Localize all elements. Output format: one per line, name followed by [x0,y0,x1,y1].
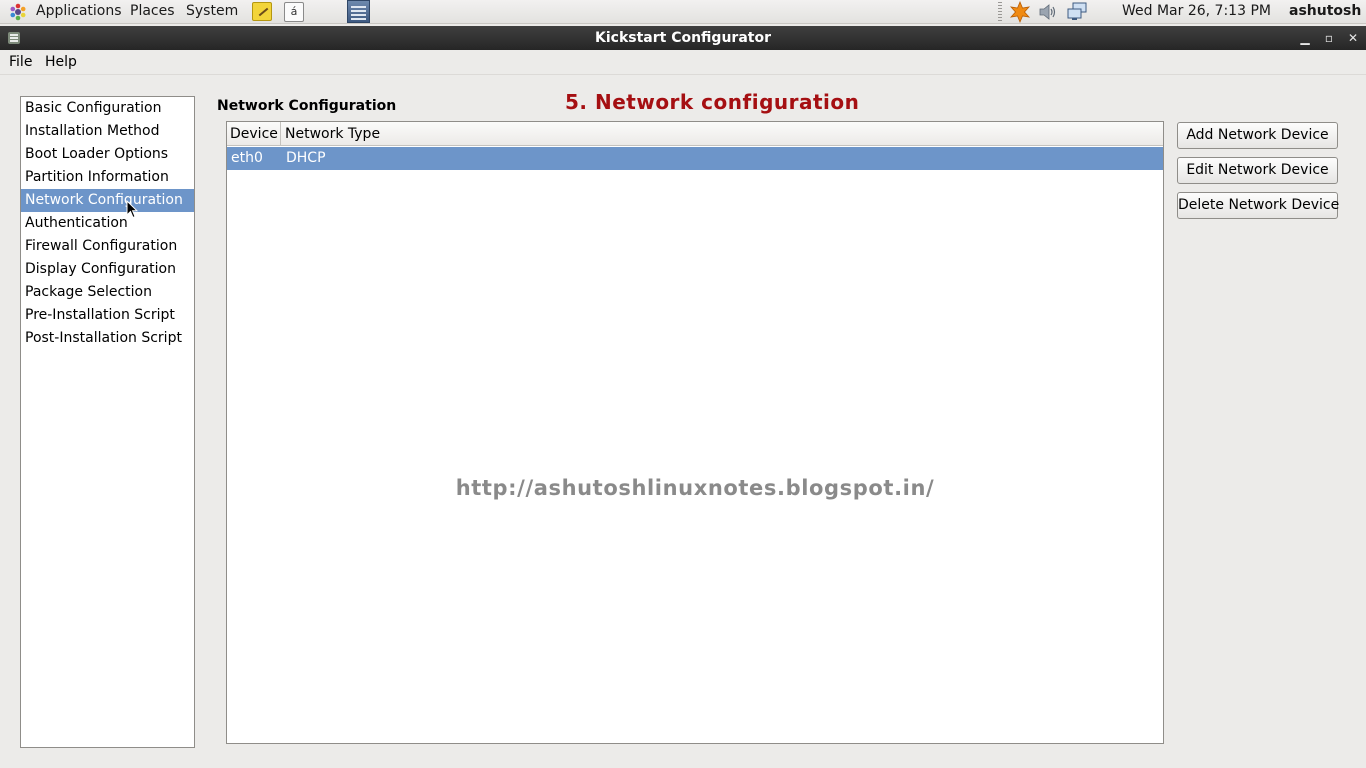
cell-network-type: DHCP [286,150,326,166]
network-device-table: Device Network Type eth0 DHCP http://ash… [226,121,1164,744]
sidebar-item-boot-loader-options[interactable]: Boot Loader Options [21,143,194,166]
notes-launcher-icon[interactable] [252,2,272,21]
user-menu[interactable]: ashutosh [1289,0,1361,23]
maximize-icon[interactable]: ▫ [1319,26,1339,50]
places-menu[interactable]: Places [130,0,175,24]
sidebar-item-authentication[interactable]: Authentication [21,212,194,235]
top-panel: Applications Places System á Wed Mar 26,… [0,0,1366,24]
sidebar-item-package-selection[interactable]: Package Selection [21,281,194,304]
help-menu[interactable]: Help [45,50,77,75]
sidebar-item-partition-information[interactable]: Partition Information [21,166,194,189]
panel-separator [998,2,1002,22]
sidebar-item-basic-configuration[interactable]: Basic Configuration [21,97,194,120]
section-title: Network Configuration [217,98,397,114]
menu-bar: File Help [0,50,1366,75]
sidebar-item-installation-method[interactable]: Installation Method [21,120,194,143]
column-header-network-type[interactable]: Network Type [282,122,1163,146]
clock[interactable]: Wed Mar 26, 7:13 PM [1122,0,1271,23]
sidebar-item-firewall-configuration[interactable]: Firewall Configuration [21,235,194,258]
window-title: Kickstart Configurator [595,30,771,46]
category-list: Basic Configuration Installation Method … [20,96,195,748]
sidebar-item-post-installation-script[interactable]: Post-Installation Script [21,327,194,350]
window-titlebar[interactable]: Kickstart Configurator ▁ ▫ ✕ [0,26,1366,50]
system-menu[interactable]: System [186,0,238,24]
minimize-icon[interactable]: ▁ [1295,26,1315,50]
updates-icon[interactable] [1009,1,1031,23]
table-row[interactable]: eth0 DHCP [227,147,1163,170]
edit-network-device-button[interactable]: Edit Network Device [1177,157,1338,184]
window-list-icon[interactable] [347,0,370,23]
delete-network-device-button[interactable]: Delete Network Device [1177,192,1339,219]
column-header-device[interactable]: Device [227,122,281,146]
applications-menu[interactable]: Applications [36,0,122,24]
close-icon[interactable]: ✕ [1343,26,1363,50]
table-header: Device Network Type [227,122,1163,146]
gnome-foot-icon[interactable] [9,3,27,21]
sidebar-item-display-configuration[interactable]: Display Configuration [21,258,194,281]
watermark-url: http://ashutoshlinuxnotes.blogspot.in/ [455,476,935,500]
file-menu[interactable]: File [9,50,32,75]
network-icon[interactable] [1066,2,1088,22]
sidebar-item-pre-installation-script[interactable]: Pre-Installation Script [21,304,194,327]
sidebar-item-network-configuration[interactable]: Network Configuration [21,189,194,212]
step-annotation: 5. Network configuration [565,90,860,114]
volume-icon[interactable] [1038,3,1058,21]
mouse-pointer-icon [126,200,138,219]
character-map-icon[interactable]: á [284,2,304,22]
cell-device: eth0 [231,150,263,166]
add-network-device-button[interactable]: Add Network Device [1177,122,1338,149]
